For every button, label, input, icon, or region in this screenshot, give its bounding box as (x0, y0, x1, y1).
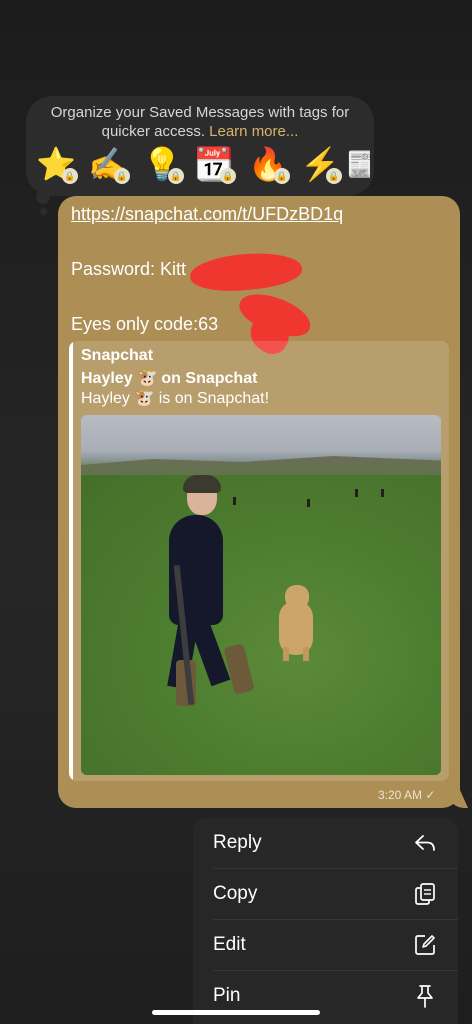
photo-person-cap (183, 475, 221, 493)
lock-icon: 🔒 (62, 168, 78, 184)
tag-emoji-row: ⭐ 🔒 ✍️ 🔒 💡 🔒 📆 🔒 🔥 🔒 ⚡ 🔒 📰 (36, 142, 376, 190)
pin-icon (417, 985, 433, 1008)
reply-icon (415, 835, 435, 851)
eyes-only-code-line: Eyes only code:63 (71, 314, 219, 334)
edit-icon (415, 935, 435, 955)
photo-figure (307, 499, 310, 507)
photo-figure (381, 489, 384, 497)
checkmark-icon: ✓ (425, 788, 436, 802)
tag-lightning-emoji[interactable]: ⚡ 🔒 (300, 142, 342, 186)
tags-tip-text: Organize your Saved Messages with tags f… (40, 103, 360, 141)
tag-newspaper-emoji[interactable]: 📰 (346, 142, 370, 186)
tip-tail (36, 190, 50, 204)
message-timestamp: 3:20 AM ✓ (378, 788, 436, 802)
preview-site-name: Snapchat (81, 347, 154, 364)
photo-figure (233, 497, 236, 505)
lock-icon: 🔒 (168, 168, 184, 184)
preview-title: Hayley 🐮 on Snapchat (81, 370, 258, 387)
copy-icon (415, 883, 435, 905)
preview-photo[interactable] (81, 415, 441, 775)
lock-icon: 🔒 (274, 168, 290, 184)
lock-icon: 🔒 (114, 168, 130, 184)
tag-star-emoji[interactable]: ⭐ 🔒 (36, 142, 78, 186)
tip-tail-small (40, 208, 47, 215)
tip-message: Organize your Saved Messages with tags f… (50, 104, 350, 140)
tag-writing-emoji[interactable]: ✍️ 🔒 (88, 142, 130, 186)
photo-dog-leg (303, 647, 309, 661)
tag-fire-emoji[interactable]: 🔥 🔒 (248, 142, 290, 186)
link-preview[interactable]: Snapchat Hayley 🐮 on Snapchat Hayley 🐮 i… (69, 341, 449, 781)
learn-more-link[interactable]: Learn more... (209, 123, 298, 140)
tag-calendar-emoji[interactable]: 📆 🔒 (194, 142, 236, 186)
preview-description: Hayley 🐮 is on Snapchat! (81, 390, 270, 407)
tag-bulb-emoji[interactable]: 💡 🔒 (142, 142, 184, 186)
photo-figure (355, 489, 358, 497)
home-indicator[interactable] (152, 1010, 320, 1015)
lock-icon: 🔒 (220, 168, 236, 184)
photo-dog-leg (283, 647, 289, 661)
password-line: Password: Kitt (71, 259, 187, 279)
snapchat-link[interactable]: https://snapchat.com/t/UFDzBD1q (71, 204, 343, 225)
context-menu: Reply Copy Edit Pin (193, 818, 458, 1024)
menu-item-reply[interactable]: Reply (193, 818, 458, 868)
photo-field (81, 475, 441, 775)
lock-icon: 🔒 (326, 168, 342, 184)
photo-dog-head (285, 585, 309, 609)
menu-item-edit[interactable]: Edit (193, 920, 458, 970)
preview-accent-bar (69, 341, 73, 781)
menu-item-copy[interactable]: Copy (193, 869, 458, 919)
